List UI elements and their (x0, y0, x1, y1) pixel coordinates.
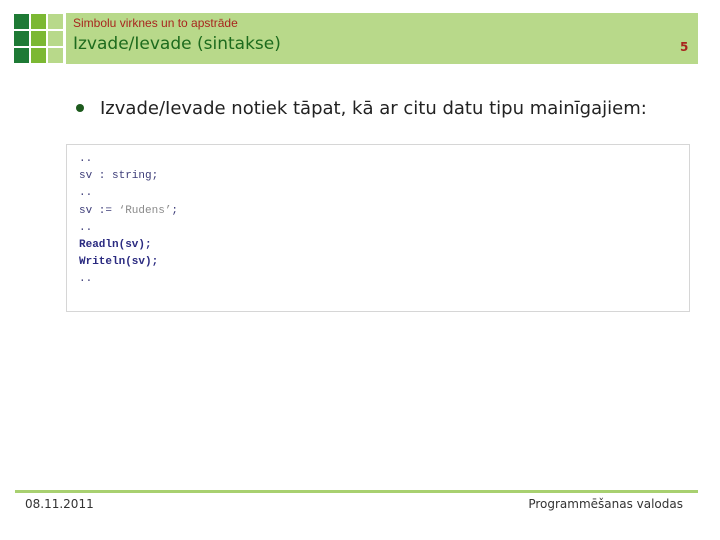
code-line: .. (79, 273, 93, 286)
code-line: Writeln(sv); (79, 256, 159, 269)
logo-square (31, 14, 46, 29)
logo-square (31, 48, 46, 63)
slide-subtitle: Simbolu virknes un to apstrāde (73, 16, 238, 30)
footer-divider (15, 490, 698, 493)
bullet-text: Izvade/Ievade notiek tāpat, kā ar citu d… (100, 98, 647, 119)
page-number: 5 (680, 40, 689, 54)
logo-square (14, 14, 29, 29)
code-token: sv := (79, 204, 119, 217)
code-token: ; (171, 204, 179, 217)
code-block: .. sv : string; .. sv := ‘Rudens’; .. Re… (66, 144, 690, 312)
logo-square (48, 31, 63, 46)
code-line: Readln(sv); (79, 239, 152, 252)
logo-square (48, 48, 63, 63)
code-line: .. (79, 221, 93, 234)
slide-title: Izvade/Ievade (sintakse) (73, 34, 281, 54)
logo-square (31, 31, 46, 46)
code-line: sv := ‘Rudens’; (67, 203, 689, 220)
logo-square (14, 48, 29, 63)
code-line: .. (79, 187, 93, 200)
footer-course: Programmēšanas valodas (528, 497, 683, 511)
code-line: sv : string; (79, 170, 159, 183)
footer-date: 08.11.2011 (25, 497, 94, 511)
code-string: ‘Rudens’ (118, 204, 172, 217)
logo-square (48, 14, 63, 29)
code-line: .. (79, 153, 93, 165)
bullet-icon (76, 104, 84, 112)
logo-square (14, 31, 29, 46)
